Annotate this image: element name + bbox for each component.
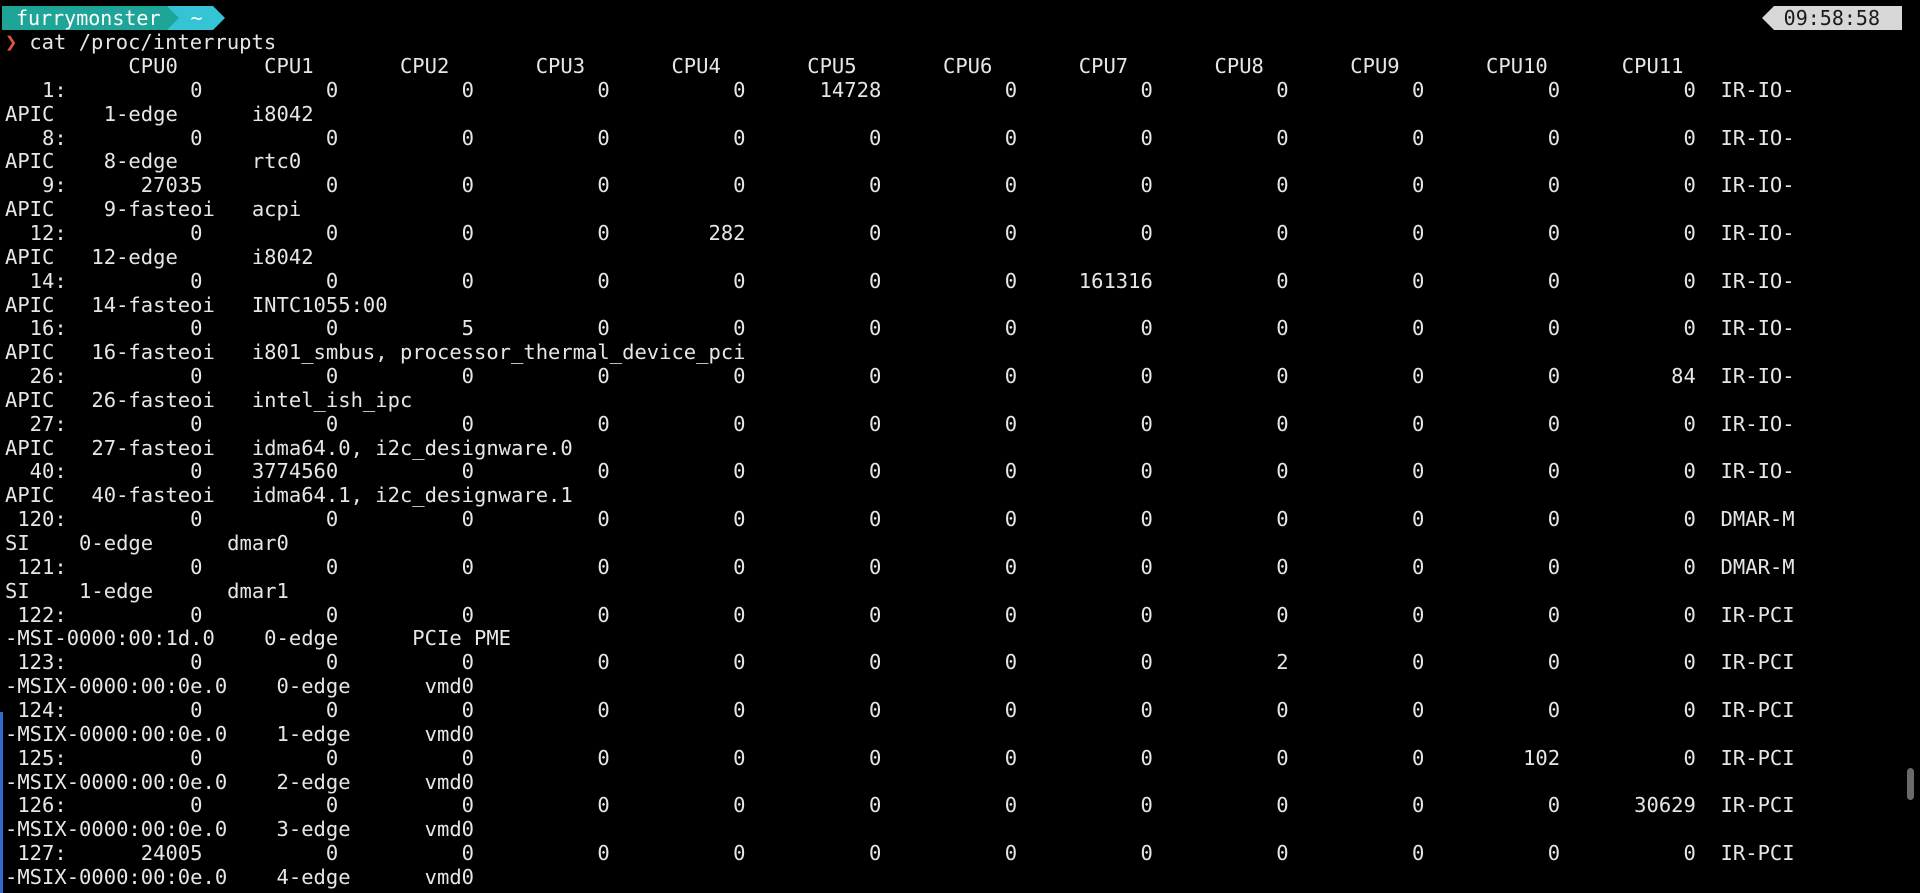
prompt-end-icon xyxy=(212,6,225,30)
output-header-row: CPU0 CPU1 CPU2 CPU3 CPU4 CPU5 CPU6 CPU7 … xyxy=(5,54,1684,78)
output-line: APIC 26-fasteoi intel_ish_ipc xyxy=(5,387,413,412)
output-line: APIC 27-fasteoi idma64.0, i2c_designware… xyxy=(5,435,573,460)
output-line: 27: 0 0 0 0 0 0 0 0 0 0 0 0 IR-IO- xyxy=(5,411,1795,436)
selection-marker xyxy=(0,712,3,893)
output-line: 9: 27035 0 0 0 0 0 0 0 0 0 0 0 IR-IO- xyxy=(5,173,1795,198)
prompt-bar: furrymonster ~ xyxy=(2,6,225,30)
output-line: 124: 0 0 0 0 0 0 0 0 0 0 0 0 IR-PCI xyxy=(5,697,1795,722)
output-line: SI 0-edge dmar0 xyxy=(5,531,289,555)
output-line: 125: 0 0 0 0 0 0 0 0 0 0 102 0 IR-PCI xyxy=(5,745,1795,770)
output-line: 126: 0 0 0 0 0 0 0 0 0 0 0 30629 IR-PCI xyxy=(5,793,1795,818)
output-line: -MSIX-0000:00:0e.0 2-edge vmd0 xyxy=(5,769,474,794)
output-line: -MSIX-0000:00:0e.0 0-edge vmd0 xyxy=(5,674,474,699)
command-line: ❯ cat /proc/interrupts xyxy=(5,30,276,54)
output-line: 123: 0 0 0 0 0 0 0 0 2 0 0 0 IR-PCI xyxy=(5,650,1795,675)
output-line: 8: 0 0 0 0 0 0 0 0 0 0 0 0 IR-IO- xyxy=(5,125,1795,150)
output-line: -MSIX-0000:00:0e.0 3-edge vmd0 xyxy=(5,817,474,842)
output-line: 120: 0 0 0 0 0 0 0 0 0 0 0 0 DMAR-M xyxy=(5,507,1795,532)
scrollbar-thumb[interactable] xyxy=(1907,768,1914,800)
output-line: 1: 0 0 0 0 0 14728 0 0 0 0 0 0 IR-IO- xyxy=(5,77,1795,102)
output-line: -MSIX-0000:00:0e.0 1-edge vmd0 xyxy=(5,721,474,746)
command-text: cat /proc/interrupts xyxy=(29,30,277,54)
output-line: 12: 0 0 0 0 282 0 0 0 0 0 0 0 IR-IO- xyxy=(5,220,1795,245)
prompt-chevron-icon: ❯ xyxy=(5,30,18,54)
output-line: APIC 12-edge i8042 xyxy=(5,244,314,269)
output-line: 40: 0 3774560 0 0 0 0 0 0 0 0 0 0 IR-IO- xyxy=(5,459,1795,484)
output-line: SI 1-edge dmar1 xyxy=(5,578,289,603)
output-line: -MSI-0000:00:1d.0 0-edge PCIe PME xyxy=(5,626,512,651)
output-line: 127: 24005 0 0 0 0 0 0 0 0 0 0 0 IR-PCI xyxy=(5,841,1795,866)
output-line: APIC 16-fasteoi i801_smbus, processor_th… xyxy=(5,340,746,365)
terminal-window[interactable]: furrymonster ~ 09:58:58 ❯ cat /proc/inter… xyxy=(0,0,1920,893)
output-line: -MSIX-0000:00:0e.0 4-edge vmd0 xyxy=(5,864,474,889)
prompt-clock: 09:58:58 xyxy=(1761,6,1902,30)
clock-separator-icon xyxy=(1761,6,1774,30)
output-line: APIC 8-edge rtc0 xyxy=(5,149,302,174)
output-line: 121: 0 0 0 0 0 0 0 0 0 0 0 0 DMAR-M xyxy=(5,554,1795,579)
output-line: APIC 1-edge i8042 xyxy=(5,101,314,126)
clock-time: 09:58:58 xyxy=(1773,6,1902,30)
output-line: APIC 14-fasteoi INTC1055:00 xyxy=(5,292,388,317)
output-line: 122: 0 0 0 0 0 0 0 0 0 0 0 0 IR-PCI xyxy=(5,602,1795,627)
prompt-directory: ~ xyxy=(178,6,213,30)
prompt-user: furrymonster xyxy=(2,6,167,30)
output-line: APIC 9-fasteoi acpi xyxy=(5,197,302,222)
prompt-separator-icon xyxy=(166,6,179,30)
output-line: 16: 0 0 5 0 0 0 0 0 0 0 0 0 IR-IO- xyxy=(5,316,1795,341)
output-line: 26: 0 0 0 0 0 0 0 0 0 0 0 84 IR-IO- xyxy=(5,364,1795,389)
output-line: APIC 40-fasteoi idma64.1, i2c_designware… xyxy=(5,483,573,508)
output-line: 14: 0 0 0 0 0 0 0 161316 0 0 0 0 IR-IO- xyxy=(5,268,1795,293)
